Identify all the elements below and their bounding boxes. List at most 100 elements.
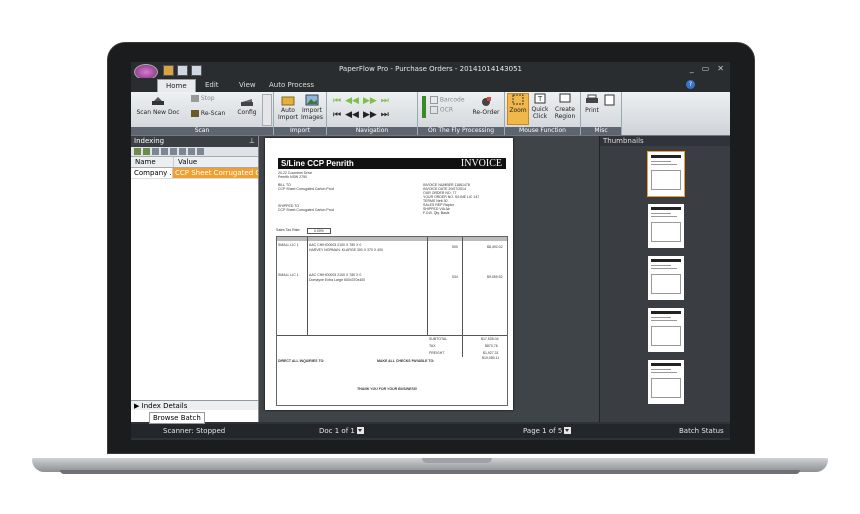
thumbnail-page-4[interactable] [648, 308, 684, 352]
re-scan-label: Re-Scan [200, 110, 226, 117]
zoom-label: Zoom [509, 107, 527, 114]
index-details-expander[interactable]: ▶ Index Details [131, 400, 258, 410]
thumbnails-header: Thumbnails [600, 136, 730, 146]
last-page-icon[interactable]: ⏭ [381, 110, 389, 120]
otf-arrow-icon [422, 96, 426, 118]
import-images-button[interactable]: Import Images [300, 94, 324, 121]
close-icon[interactable]: ✕ [717, 64, 724, 73]
pin-icon[interactable]: ⊥ [249, 136, 255, 147]
first-page-icon[interactable]: ⏮ [333, 110, 341, 120]
image-icon [305, 94, 319, 106]
item-1-qty: 500 [452, 245, 458, 249]
ribbon-tabs: Home Edit View Auto Process ? [131, 78, 730, 93]
last-doc-icon[interactable]: ⏭ [381, 96, 389, 106]
col-value-header: Value [178, 158, 198, 166]
window-controls: _ ▭ ✕ [690, 64, 724, 73]
export-icon [604, 94, 615, 106]
table-row[interactable]: Company ... CCP Sheet Corrugated Cart... [131, 168, 258, 179]
index-tool-4-icon[interactable] [161, 148, 168, 155]
page-dropdown-icon[interactable] [564, 427, 572, 434]
table-divider-1 [307, 237, 308, 335]
expand-arrow-icon: ▶ [134, 402, 140, 410]
help-icon[interactable]: ? [686, 80, 695, 89]
next-page-icon[interactable]: ▶▶ [363, 110, 377, 120]
index-grid-header: Name Value [131, 157, 258, 168]
item-2-amount: $9,059.52 [487, 275, 503, 279]
next-doc-icon[interactable]: ▶▶ [363, 96, 377, 106]
first-doc-icon[interactable]: ⏮ [333, 96, 341, 106]
tax-label: TAX [429, 344, 436, 348]
tax-value: $870.76 [485, 344, 498, 348]
re-order-label: Re-Order [472, 109, 500, 116]
freight-label: FREIGHT [429, 351, 445, 355]
create-region-button[interactable]: Create Region [553, 93, 577, 120]
re-scan-button[interactable]: Re-Scan [191, 110, 231, 117]
barcode-option[interactable]: Barcode [430, 96, 470, 104]
thumbnail-page-2[interactable] [648, 204, 684, 248]
batch-status-label: Batch Status [679, 427, 724, 435]
scan-options-scroller[interactable] [262, 94, 272, 126]
indexing-toolbar [131, 147, 258, 157]
misc-export-button[interactable] [603, 94, 617, 107]
auto-import-button[interactable]: Auto Import [276, 94, 300, 121]
create-region-label: Create Region [554, 106, 576, 120]
scan-group: Scan New Doc Stop Re-Scan Config Scan [131, 92, 274, 135]
svg-text:T: T [537, 95, 543, 103]
thumbnail-page-5[interactable] [648, 360, 684, 404]
barcode-checkbox[interactable] [430, 96, 438, 104]
tab-view[interactable]: View [231, 79, 264, 92]
index-tool-2-icon[interactable] [143, 148, 150, 155]
browse-batch-tab[interactable]: Browse Batch [149, 412, 205, 424]
index-tool-3-icon[interactable] [152, 148, 159, 155]
mouse-group-label: Mouse Function [505, 127, 580, 135]
ocr-checkbox[interactable] [430, 106, 438, 114]
nav-row-bottom: ⏮ ◀◀ ▶▶ ⏭ [333, 110, 389, 120]
maximize-icon[interactable]: ▭ [702, 64, 710, 73]
re-order-button[interactable]: Re-Order [470, 96, 502, 116]
index-tool-8-icon[interactable] [197, 148, 204, 155]
index-tool-1-icon[interactable] [134, 148, 141, 155]
import-images-label: Import Images [301, 107, 323, 121]
index-tool-5-icon[interactable] [170, 148, 177, 155]
status-bar: Scanner: Stopped Doc 1 of 1 Page 1 of 5 … [131, 424, 730, 438]
config-button[interactable]: Config [235, 96, 259, 116]
page-counter[interactable]: Page 1 of 5 [523, 424, 572, 438]
quick-click-icon: T [534, 93, 546, 104]
stop-button[interactable]: Stop [191, 95, 221, 102]
print-button[interactable]: Print [583, 94, 601, 114]
total-value: $19,080.11 [482, 356, 500, 360]
col-name-header: Name [131, 157, 174, 167]
thumbnail-page-3[interactable] [648, 256, 684, 300]
document-viewer[interactable]: S/Line CCP Penrith INVOICE 20-22 Coombes… [259, 136, 599, 422]
scan-new-doc-label: Scan New Doc [136, 109, 180, 116]
scan-new-doc-button[interactable]: Scan New Doc [135, 96, 181, 116]
invoice-meta-7: F.O.B. Qty. Basis [423, 211, 450, 215]
doc-dropdown-icon[interactable] [356, 427, 364, 434]
prev-doc-icon[interactable]: ◀◀ [345, 96, 359, 106]
barcode-label: Barcode [439, 96, 465, 104]
ribbon: Scan New Doc Stop Re-Scan Config Scan Au… [131, 92, 730, 136]
misc-group: Print Misc [581, 92, 622, 135]
zoom-button[interactable]: Zoom [507, 93, 529, 125]
index-tool-7-icon[interactable] [188, 148, 195, 155]
scan-group-label: Scan [131, 127, 273, 135]
print-label: Print [585, 107, 599, 114]
checks-label: MAKE ALL CHECKS PAYABLE TO: [377, 359, 435, 363]
tab-auto-process[interactable]: Auto Process [261, 79, 322, 92]
nav-row-top: ⏮ ◀◀ ▶▶ ⏭ [333, 96, 389, 106]
prev-page-icon[interactable]: ◀◀ [345, 110, 359, 120]
minimize-icon[interactable]: _ [690, 64, 694, 73]
ocr-option[interactable]: OCR [430, 106, 470, 114]
batch-status[interactable]: Batch Status [679, 424, 730, 440]
index-tool-6-icon[interactable] [179, 148, 186, 155]
index-field-value[interactable]: CCP Sheet Corrugated Cart... [173, 168, 258, 178]
doc-counter[interactable]: Doc 1 of 1 [319, 424, 364, 438]
thumbnail-page-1[interactable] [647, 151, 685, 197]
stop-label: Stop [200, 95, 215, 102]
tab-home[interactable]: Home [157, 79, 196, 93]
quick-click-button[interactable]: T Quick Click [529, 93, 551, 120]
tab-edit[interactable]: Edit [197, 79, 227, 92]
indexing-title: Indexing [134, 137, 165, 145]
folder-icon [281, 96, 295, 106]
printer-icon [586, 94, 598, 103]
